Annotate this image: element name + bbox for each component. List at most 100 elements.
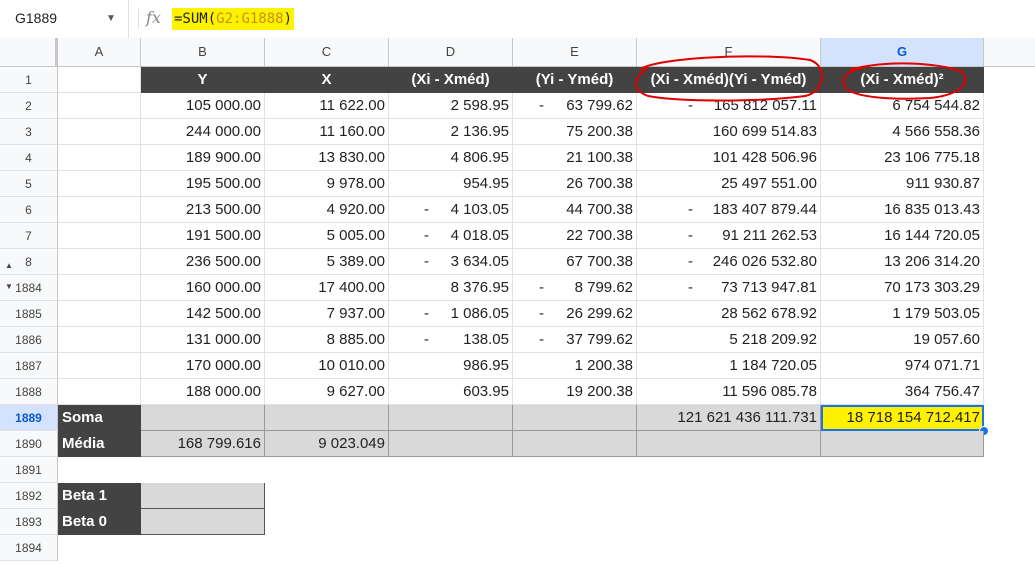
soma-c[interactable] bbox=[265, 405, 389, 431]
cell-c1[interactable]: X bbox=[265, 67, 389, 93]
column-header-g[interactable]: G bbox=[821, 38, 984, 66]
soma-d[interactable] bbox=[389, 405, 513, 431]
cell-a[interactable] bbox=[58, 353, 141, 379]
cell-f[interactable]: 5 218 209.92 bbox=[637, 327, 821, 353]
row-number[interactable]: 1894 bbox=[0, 535, 58, 561]
cell-e[interactable]: 44 700.38 bbox=[513, 197, 637, 223]
cell-g[interactable]: 70 173 303.29 bbox=[821, 275, 984, 301]
cell-c[interactable]: 17 400.00 bbox=[265, 275, 389, 301]
cell-g1[interactable]: (Xi - Xméd)² bbox=[821, 67, 984, 93]
cell-g[interactable]: 16 835 013.43 bbox=[821, 197, 984, 223]
cell-d1[interactable]: (Xi - Xméd) bbox=[389, 67, 513, 93]
cell-d[interactable]: 8 376.95 bbox=[389, 275, 513, 301]
row-number[interactable]: 1887 bbox=[0, 353, 58, 379]
cell-g[interactable]: 911 930.87 bbox=[821, 171, 984, 197]
column-header-c[interactable]: C bbox=[265, 38, 389, 66]
cell-e[interactable]: 19 200.38 bbox=[513, 379, 637, 405]
cell-b[interactable]: 160 000.00 bbox=[141, 275, 265, 301]
soma-e[interactable] bbox=[513, 405, 637, 431]
cell-d[interactable]: 603.95 bbox=[389, 379, 513, 405]
cell-f[interactable]: - 91 211 262.53 bbox=[637, 223, 821, 249]
cell-f[interactable]: 11 596 085.78 bbox=[637, 379, 821, 405]
cell-g[interactable]: 4 566 558.36 bbox=[821, 119, 984, 145]
cell-g[interactable]: 974 071.71 bbox=[821, 353, 984, 379]
row-number[interactable]: 1890 bbox=[0, 431, 58, 457]
cell-f[interactable]: - 246 026 532.80 bbox=[637, 249, 821, 275]
cell-a[interactable] bbox=[58, 119, 141, 145]
select-all-corner[interactable] bbox=[0, 38, 58, 66]
cell-e[interactable]: 67 700.38 bbox=[513, 249, 637, 275]
cell-e[interactable]: 22 700.38 bbox=[513, 223, 637, 249]
cell-e[interactable]: 75 200.38 bbox=[513, 119, 637, 145]
cell-g[interactable]: 13 206 314.20 bbox=[821, 249, 984, 275]
cell-e[interactable]: - 37 799.62 bbox=[513, 327, 637, 353]
formula-input[interactable]: =SUM(G2:G1888) bbox=[172, 8, 295, 30]
cell-b1[interactable]: Y bbox=[141, 67, 265, 93]
dropdown-arrow-icon[interactable]: ▼ bbox=[106, 13, 116, 24]
cell-b[interactable]: 236 500.00 bbox=[141, 249, 265, 275]
collapse-rows-icon[interactable]: ▼ bbox=[5, 282, 13, 291]
row-number[interactable]: 6 bbox=[0, 197, 58, 223]
cell-b[interactable]: 191 500.00 bbox=[141, 223, 265, 249]
cell-g[interactable]: 1 179 503.05 bbox=[821, 301, 984, 327]
row-number[interactable]: 1 bbox=[0, 67, 58, 93]
cell-e[interactable]: - 8 799.62 bbox=[513, 275, 637, 301]
cell-b[interactable]: 105 000.00 bbox=[141, 93, 265, 119]
cell-f[interactable]: - 183 407 879.44 bbox=[637, 197, 821, 223]
row-number[interactable]: 1888 bbox=[0, 379, 58, 405]
cell-f1[interactable]: (Xi - Xméd)(Yi - Yméd) bbox=[637, 67, 821, 93]
column-header-b[interactable]: B bbox=[141, 38, 265, 66]
soma-label[interactable]: Soma bbox=[58, 405, 141, 431]
cell-d[interactable]: 2 598.95 bbox=[389, 93, 513, 119]
cell-b[interactable]: 142 500.00 bbox=[141, 301, 265, 327]
cell-f[interactable]: 1 184 720.05 bbox=[637, 353, 821, 379]
cell-f[interactable]: 28 562 678.92 bbox=[637, 301, 821, 327]
media-e[interactable] bbox=[513, 431, 637, 457]
cell-c[interactable]: 8 885.00 bbox=[265, 327, 389, 353]
cell-e[interactable]: - 26 299.62 bbox=[513, 301, 637, 327]
row-number[interactable]: 3 bbox=[0, 119, 58, 145]
soma-g-selected[interactable]: 18 718 154 712.417 bbox=[821, 405, 984, 431]
cell-d[interactable]: 986.95 bbox=[389, 353, 513, 379]
row-number[interactable]: 1893 bbox=[0, 509, 58, 535]
cell-g[interactable]: 23 106 775.18 bbox=[821, 145, 984, 171]
cell-a[interactable] bbox=[58, 275, 141, 301]
beta0-value[interactable] bbox=[141, 509, 265, 535]
row-number[interactable]: 7 bbox=[0, 223, 58, 249]
cell-a[interactable] bbox=[58, 249, 141, 275]
cell-d[interactable]: 954.95 bbox=[389, 171, 513, 197]
row-number[interactable]: 1889 bbox=[0, 405, 58, 431]
media-label[interactable]: Média bbox=[58, 431, 141, 457]
soma-b[interactable] bbox=[141, 405, 265, 431]
cell-e[interactable]: - 63 799.62 bbox=[513, 93, 637, 119]
cell-a[interactable] bbox=[58, 379, 141, 405]
beta0-label[interactable]: Beta 0 bbox=[58, 509, 141, 535]
cell-a[interactable] bbox=[58, 171, 141, 197]
cell-c[interactable]: 13 830.00 bbox=[265, 145, 389, 171]
row-number[interactable]: 1892 bbox=[0, 483, 58, 509]
row-number[interactable]: 4 bbox=[0, 145, 58, 171]
cell-b[interactable]: 195 500.00 bbox=[141, 171, 265, 197]
cell-f[interactable]: - 73 713 947.81 bbox=[637, 275, 821, 301]
cell-c[interactable]: 9 627.00 bbox=[265, 379, 389, 405]
media-c[interactable]: 9 023.049 bbox=[265, 431, 389, 457]
cell-d[interactable]: - 4 103.05 bbox=[389, 197, 513, 223]
cell-c[interactable]: 10 010.00 bbox=[265, 353, 389, 379]
cell-a[interactable] bbox=[58, 197, 141, 223]
expand-rows-icon[interactable]: ▲ bbox=[5, 261, 13, 270]
column-header-e[interactable]: E bbox=[513, 38, 637, 66]
column-header-d[interactable]: D bbox=[389, 38, 513, 66]
cell-f[interactable]: 160 699 514.83 bbox=[637, 119, 821, 145]
cell-e[interactable]: 1 200.38 bbox=[513, 353, 637, 379]
cell-b[interactable]: 131 000.00 bbox=[141, 327, 265, 353]
cell-d[interactable]: 2 136.95 bbox=[389, 119, 513, 145]
cell-b[interactable]: 188 000.00 bbox=[141, 379, 265, 405]
cell-c[interactable]: 9 978.00 bbox=[265, 171, 389, 197]
name-box[interactable]: G1889 ▼ bbox=[0, 0, 129, 38]
cell-d[interactable]: 4 806.95 bbox=[389, 145, 513, 171]
cell-a[interactable] bbox=[58, 145, 141, 171]
cell-c[interactable]: 5 389.00 bbox=[265, 249, 389, 275]
row-number[interactable]: 1886 bbox=[0, 327, 58, 353]
media-f[interactable] bbox=[637, 431, 821, 457]
cell-c[interactable]: 4 920.00 bbox=[265, 197, 389, 223]
